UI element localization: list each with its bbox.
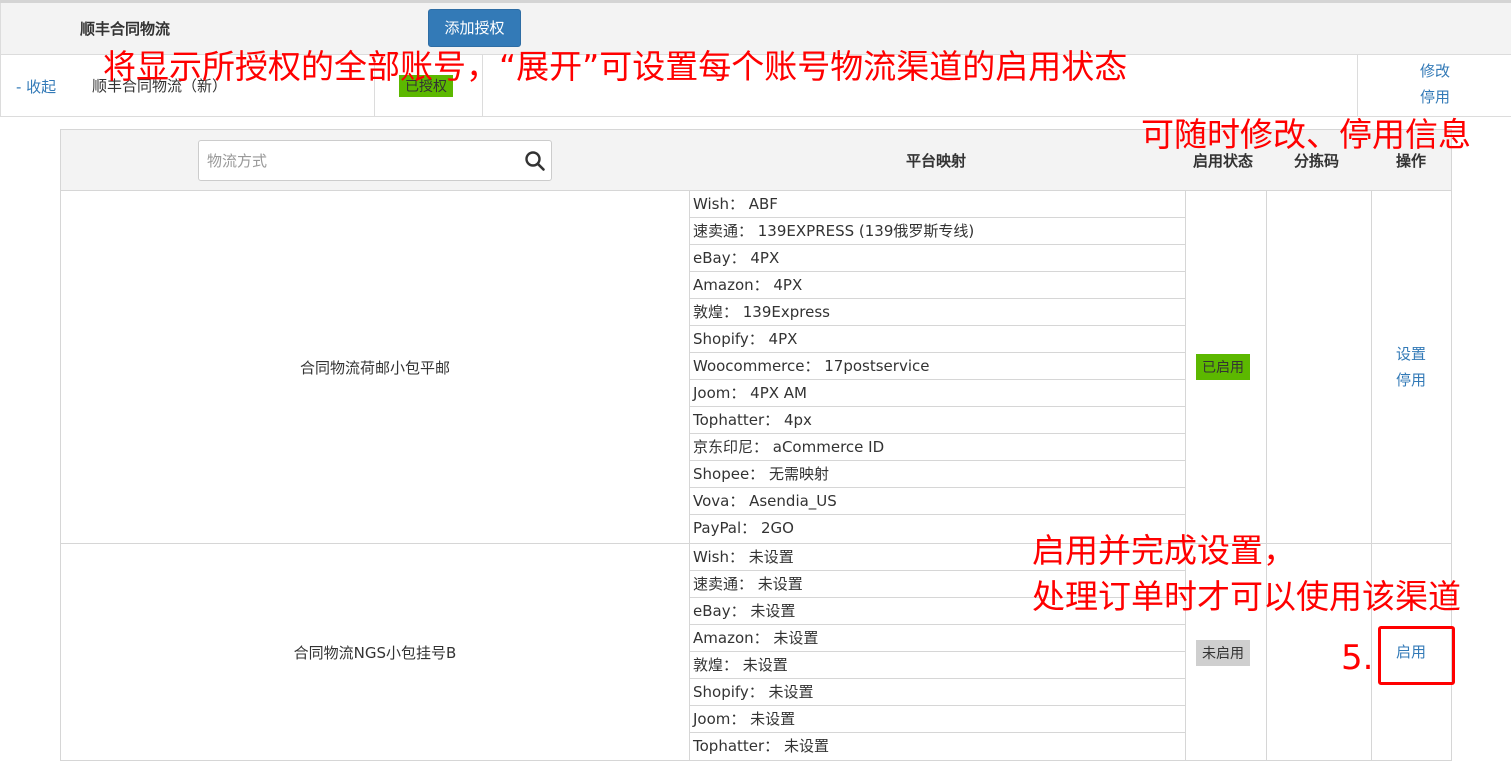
mapping-row: eBay： 4PX [689, 245, 1185, 272]
mapping-row: Vova： Asendia_US [689, 488, 1185, 515]
settings-link[interactable]: 设置 [1371, 341, 1451, 367]
mapping-row: 京东印尼： aCommerce ID [689, 434, 1185, 461]
search-input[interactable] [199, 141, 519, 180]
status-badge: 未启用 [1196, 640, 1250, 666]
mapping-row: Wish： ABF [689, 191, 1185, 218]
status-badge: 已启用 [1196, 354, 1250, 380]
annotation-modify: 可随时修改、停用信息 [1141, 115, 1471, 154]
mapping-row: 敦煌： 未设置 [689, 652, 1185, 679]
mapping-row: Tophatter： 4px [689, 407, 1185, 434]
channel-table: 平台映射 启用状态 分拣码 操作 合同物流荷邮小包平邮 Wish： ABF 速卖… [60, 129, 1452, 761]
channel-row: 合同物流荷邮小包平邮 Wish： ABF 速卖通： 139EXPRESS (13… [61, 191, 1451, 544]
header-mapping: 平台映射 [906, 152, 967, 170]
channel-name: 合同物流荷邮小包平邮 [299, 359, 450, 377]
edit-account-link[interactable]: 修改 [1358, 58, 1511, 84]
annotation-enable: 启用并完成设置， 处理订单时才可以使用该渠道 [1032, 528, 1461, 620]
disable-link[interactable]: 停用 [1371, 367, 1451, 393]
channel-ops: 设置 停用 [1371, 341, 1451, 393]
annotation-step-number: 5. [1341, 638, 1374, 678]
search-icon[interactable] [524, 150, 546, 172]
channel-name: 合同物流NGS小包挂号B [293, 644, 457, 662]
mapping-row: Joom： 未设置 [689, 706, 1185, 733]
mapping-list: Wish： ABF 速卖通： 139EXPRESS (139俄罗斯专线) eBa… [689, 191, 1185, 542]
mapping-row: Shopify： 未设置 [689, 679, 1185, 706]
mapping-row: Tophatter： 未设置 [693, 737, 829, 755]
mapping-row: Shopify： 4PX [689, 326, 1185, 353]
provider-title: 顺丰合同物流 [80, 20, 171, 38]
mapping-row: 速卖通： 139EXPRESS (139俄罗斯专线) [689, 218, 1185, 245]
mapping-row: Amazon： 未设置 [689, 625, 1185, 652]
highlight-box [1378, 626, 1455, 685]
annotation-accounts: 将显示所授权的全部账号，“展开”可设置每个账号物流渠道的启用状态 [103, 47, 1128, 86]
mapping-row: Woocommerce： 17postservice [689, 353, 1185, 380]
annotation-enable-line1: 启用并完成设置， [1032, 531, 1296, 570]
annotation-enable-line2: 处理订单时才可以使用该渠道 [1032, 577, 1461, 616]
mapping-row: 敦煌： 139Express [689, 299, 1185, 326]
col-divider [1185, 191, 1186, 543]
col-divider [1266, 191, 1267, 543]
mapping-row: Shopee： 无需映射 [689, 461, 1185, 488]
mapping-row: Amazon： 4PX [689, 272, 1185, 299]
collapse-link[interactable]: - 收起 [16, 76, 56, 97]
disable-account-link[interactable]: 停用 [1358, 84, 1511, 110]
search-box [198, 140, 552, 181]
mapping-row: Joom： 4PX AM [689, 380, 1185, 407]
